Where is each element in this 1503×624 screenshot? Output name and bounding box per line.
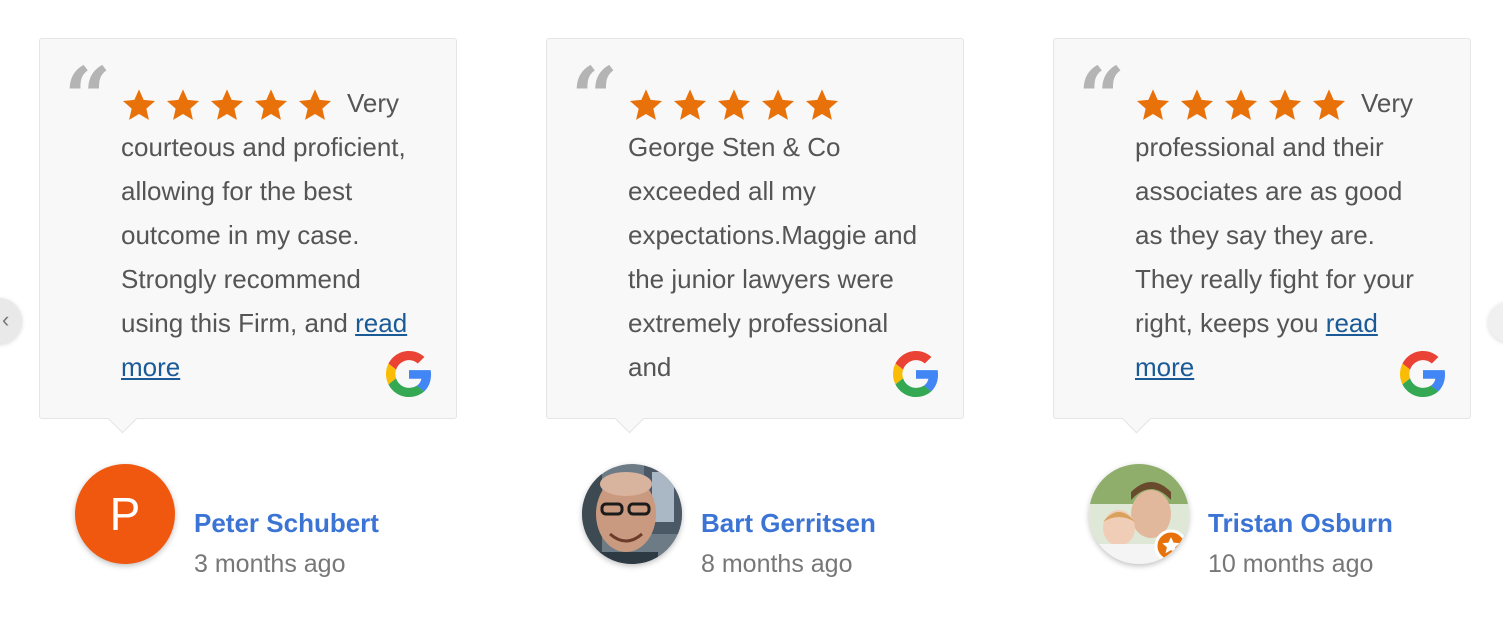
author-name-link[interactable]: Tristan Osburn [1208, 508, 1393, 539]
star-icon [1267, 87, 1303, 123]
review-text: Very professional and their associates a… [1135, 88, 1414, 338]
carousel-prev-button[interactable]: ‹ [0, 298, 22, 344]
star-icon [1135, 87, 1171, 123]
review-card: “ George Sten & Co exceeded all my expec… [546, 38, 964, 578]
star-rating [121, 81, 333, 125]
review-text: George Sten & Co exceeded all my expecta… [628, 132, 918, 382]
review-date: 10 months ago [1208, 550, 1374, 578]
review-card: “ Very professional and their associates… [1053, 38, 1471, 578]
star-icon [297, 87, 333, 123]
review-date: 8 months ago [701, 550, 853, 578]
author-name-link[interactable]: Bart Gerritsen [701, 508, 876, 539]
review-text-block: George Sten & Co exceeded all my expecta… [628, 81, 928, 389]
review-author: Tristan Osburn 10 months ago [1089, 464, 1489, 578]
google-icon [1400, 351, 1446, 397]
quote-icon: “ [571, 50, 618, 146]
star-icon [121, 87, 157, 123]
star-icon [165, 87, 201, 123]
review-author: P Peter Schubert 3 months ago [75, 464, 475, 578]
star-icon [209, 87, 245, 123]
star-rating [1135, 81, 1347, 125]
star-icon [804, 87, 840, 123]
review-card: “ Very courteous and proficient, allowin… [39, 38, 457, 578]
avatar-photo [582, 464, 682, 564]
star-icon [1311, 87, 1347, 123]
star-icon [760, 87, 796, 123]
google-icon [386, 351, 432, 397]
review-bubble: “ Very courteous and proficient, allowin… [39, 38, 457, 419]
star-icon [253, 87, 289, 123]
review-text-block: Very professional and their associates a… [1135, 81, 1435, 389]
avatar [582, 464, 682, 564]
carousel-next-button[interactable] [1488, 302, 1503, 342]
star-rating [628, 81, 840, 125]
review-text-block: Very courteous and proficient, allowing … [121, 81, 421, 389]
review-bubble: “ Very professional and their associates… [1053, 38, 1471, 419]
star-icon [716, 87, 752, 123]
google-icon [893, 351, 939, 397]
avatar-photo [1089, 464, 1189, 564]
star-icon [628, 87, 664, 123]
author-name-link[interactable]: Peter Schubert [194, 508, 379, 539]
review-bubble: “ George Sten & Co exceeded all my expec… [546, 38, 964, 419]
quote-icon: “ [1078, 50, 1125, 146]
review-date: 3 months ago [194, 550, 346, 578]
star-icon [672, 87, 708, 123]
quote-icon: “ [64, 50, 111, 146]
chevron-left-icon: ‹ [2, 307, 10, 332]
star-icon [1223, 87, 1259, 123]
avatar [1089, 464, 1189, 564]
review-text: Very courteous and proficient, allowing … [121, 88, 406, 338]
review-author: Bart Gerritsen 8 months ago [582, 464, 982, 578]
star-icon [1179, 87, 1215, 123]
avatar: P [75, 464, 175, 564]
